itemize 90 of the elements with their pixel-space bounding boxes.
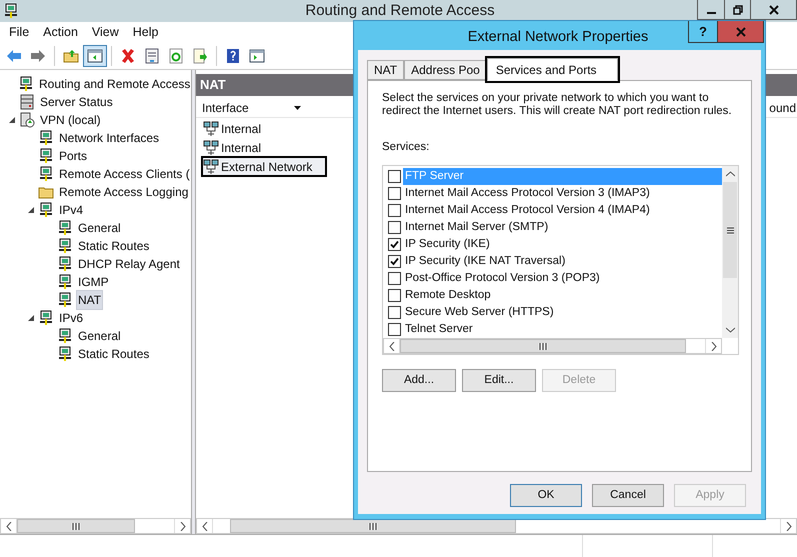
tree-item[interactable]: Server Status [38, 92, 115, 112]
computer-icon [38, 148, 54, 164]
computer-icon [57, 328, 73, 344]
grip-icon [726, 226, 734, 234]
tree-item[interactable]: IPv4 [57, 200, 86, 220]
service-item[interactable]: Post-Office Protocol Version 3 (POP3) [383, 270, 722, 288]
network-icon [203, 158, 219, 174]
tab[interactable]: Address Poo [404, 60, 487, 80]
horizontal-scrollbar[interactable] [196, 518, 797, 534]
checkbox[interactable] [388, 323, 401, 336]
dialog-button[interactable]: OK [510, 484, 582, 507]
horizontal-scrollbar[interactable] [0, 518, 191, 534]
expanded-arrow-icon[interactable] [9, 117, 15, 123]
horizontal-scrollbar[interactable] [383, 338, 722, 354]
dialog-title: External Network Properties [468, 28, 648, 47]
grip-icon [72, 522, 80, 530]
vertical-scrollbar[interactable] [722, 166, 738, 338]
computer-icon [57, 238, 73, 254]
tree-item[interactable]: Remote Access Clients ( [57, 164, 192, 184]
tree-item[interactable]: DHCP Relay Agent [76, 254, 182, 274]
computer-icon [18, 76, 34, 92]
minimize-icon [706, 12, 716, 14]
tree-item[interactable]: NAT [76, 290, 104, 310]
menu-item[interactable]: File [2, 22, 36, 42]
tree-item[interactable]: Routing and Remote Access [37, 74, 192, 94]
checkbox[interactable] [388, 187, 401, 200]
tree-item[interactable]: Static Routes [76, 236, 152, 256]
tree-item[interactable]: Ports [57, 146, 90, 166]
interface-row[interactable]: Internal [201, 137, 268, 158]
tab[interactable]: Services and Ports [486, 58, 618, 81]
grip-icon [539, 342, 547, 350]
expanded-arrow-icon[interactable] [28, 207, 34, 213]
services-label: Services: [382, 140, 430, 155]
server-icon [19, 112, 35, 128]
service-item[interactable]: IP Security (IKE NAT Traversal) [383, 253, 722, 270]
service-item[interactable]: Internet Mail Server (SMTP) [383, 219, 722, 236]
tab[interactable]: NAT [367, 60, 404, 80]
computer-icon [38, 130, 54, 146]
list-button[interactable]: Add... [382, 369, 456, 392]
computer-icon [38, 310, 54, 326]
computer-icon [57, 256, 73, 272]
dialog-button[interactable]: Cancel [592, 484, 664, 507]
tree-item[interactable]: VPN (local) [38, 110, 103, 130]
service-item[interactable]: Internet Mail Access Protocol Version 4 (IMAP4) [383, 202, 722, 220]
sort-arrow-icon [294, 106, 301, 110]
checkbox[interactable] [388, 204, 401, 218]
menu-item[interactable]: Action [36, 22, 85, 42]
checkbox[interactable] [388, 238, 401, 252]
computer-icon [57, 346, 73, 362]
restore-icon [732, 4, 742, 14]
service-item[interactable]: IP Security (IKE) [383, 236, 722, 254]
computer-icon [38, 202, 54, 218]
computer-icon [57, 274, 73, 290]
column-header[interactable]: Interface [196, 98, 308, 116]
service-item[interactable]: Internet Mail Access Protocol Version 3 (IMAP3) [383, 185, 722, 202]
window-title: Routing and Remote Access [304, 0, 496, 21]
computer-icon [38, 166, 54, 182]
grip-icon [369, 522, 377, 530]
menu-item[interactable]: View [84, 22, 126, 42]
checkbox[interactable] [388, 289, 401, 302]
close-icon [736, 26, 746, 36]
column-header[interactable]: ound [769, 98, 797, 116]
tree-item[interactable]: General [76, 218, 123, 238]
expanded-arrow-icon[interactable] [28, 315, 34, 321]
network-icon [203, 140, 219, 156]
interface-row[interactable]: Internal [201, 118, 268, 139]
server-icon [19, 94, 35, 110]
close-icon [768, 4, 778, 14]
computer-icon [57, 220, 73, 236]
checkbox[interactable] [388, 170, 401, 184]
checkbox[interactable] [388, 255, 401, 268]
interface-row[interactable]: External Network [201, 156, 327, 177]
tree-item[interactable]: IGMP [76, 272, 111, 292]
checkbox[interactable] [388, 272, 401, 286]
computer-icon [3, 3, 19, 19]
checkbox[interactable] [388, 221, 401, 234]
tree-item[interactable]: IPv6 [57, 308, 86, 328]
tree-item[interactable]: Network Interfaces [57, 128, 162, 148]
computer-icon [57, 292, 73, 308]
menu-item[interactable]: Help [126, 22, 166, 42]
list-button[interactable]: Edit... [462, 369, 536, 392]
pane-icon[interactable] [83, 44, 107, 66]
checkbox[interactable] [388, 306, 401, 320]
tree-item[interactable]: Remote Access Logging [57, 182, 190, 202]
tree-item[interactable]: Static Routes [76, 344, 152, 364]
tree-item[interactable]: General [76, 326, 123, 346]
service-item[interactable]: Secure Web Server (HTTPS) [383, 304, 722, 322]
network-icon [203, 120, 219, 136]
service-item[interactable]: Telnet Server [383, 321, 722, 338]
service-item[interactable]: Remote Desktop [383, 287, 722, 304]
